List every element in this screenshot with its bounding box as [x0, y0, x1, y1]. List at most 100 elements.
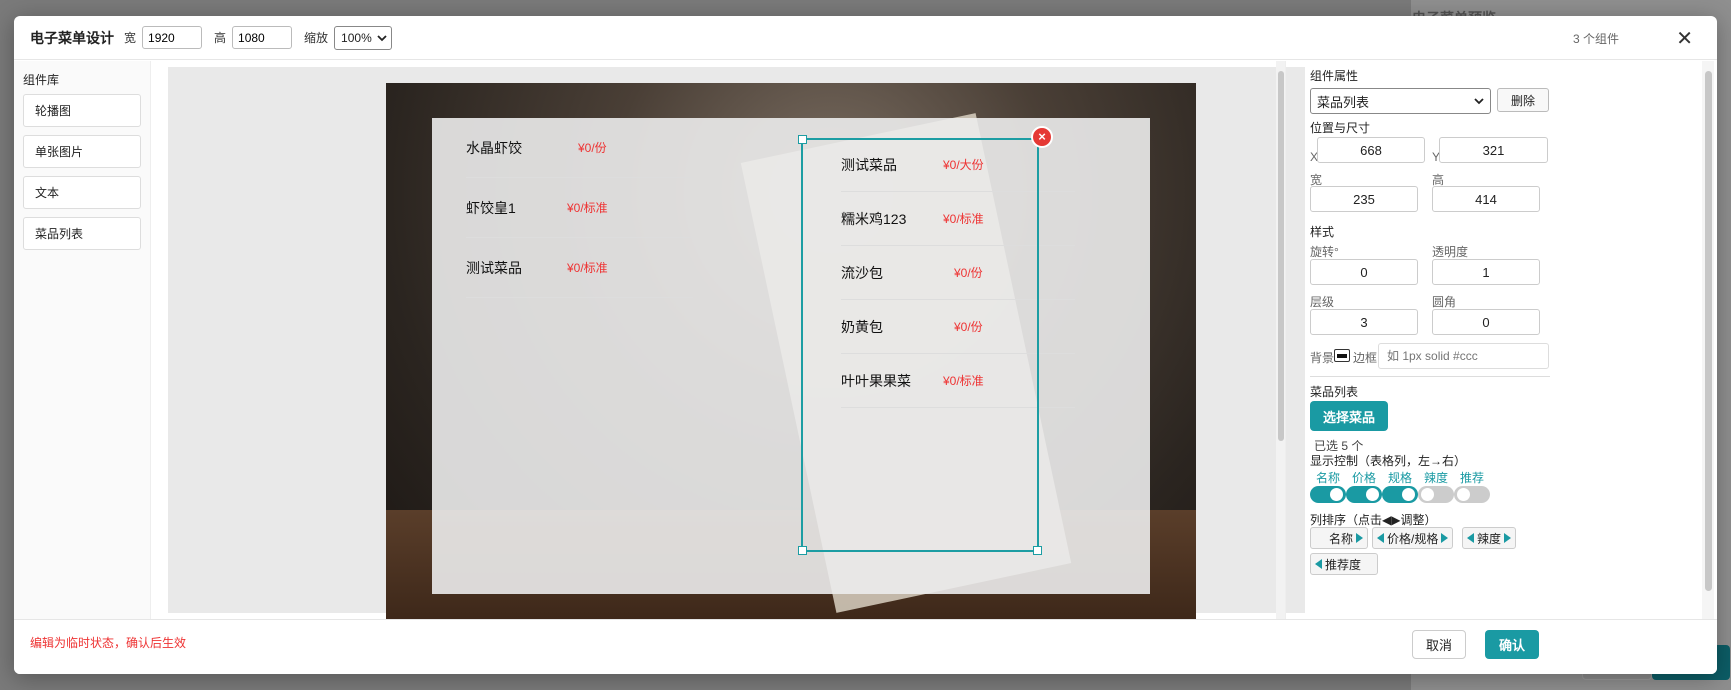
- y-input[interactable]: 321: [1439, 137, 1548, 163]
- list-item: 水晶虾饺 ¥0/份: [466, 118, 693, 178]
- order-chip-recommend[interactable]: 推荐度: [1310, 553, 1379, 575]
- background-label: 背景: [1310, 351, 1335, 365]
- resize-handle-top-left[interactable]: [798, 135, 807, 144]
- toggle-spicy[interactable]: [1418, 486, 1454, 503]
- library-item-dish-list[interactable]: 菜品列表: [23, 217, 141, 250]
- toggle-spec-label: 规格: [1388, 471, 1413, 485]
- pos-size-title: 位置与尺寸: [1310, 121, 1371, 135]
- move-right-icon[interactable]: [1441, 533, 1449, 543]
- toggle-recommend-label: 推荐: [1460, 471, 1485, 485]
- width-label: 宽: [124, 31, 137, 45]
- dish-name: 测试菜品: [466, 259, 522, 276]
- component-count: 3 个组件: [1572, 32, 1619, 46]
- toggle-recommend[interactable]: [1454, 486, 1490, 503]
- move-left-icon[interactable]: [1377, 533, 1384, 543]
- properties-scrollbar-thumb[interactable]: [1705, 71, 1712, 591]
- library-item-text[interactable]: 文本: [23, 176, 141, 209]
- props-title: 组件属性: [1310, 69, 1359, 83]
- dialog-footer: 编辑为临时状态，确认后生效 取消 确认: [14, 619, 1717, 674]
- confirm-button[interactable]: 确认: [1485, 630, 1539, 659]
- dish-name: 虾饺皇1: [466, 199, 516, 216]
- resize-handle-bottom-right[interactable]: [1033, 546, 1042, 555]
- layer-input[interactable]: 3: [1310, 309, 1418, 335]
- menu-canvas[interactable]: 水晶虾饺 ¥0/份 虾饺皇1 ¥0/标准 测试菜品 ¥0/标准 测试菜品 ¥0/…: [386, 83, 1196, 630]
- component-select-value: 菜品列表: [1317, 94, 1370, 110]
- radius-input[interactable]: 0: [1432, 309, 1540, 335]
- dish-list-title: 菜品列表: [1310, 385, 1359, 399]
- toggle-price-label: 价格: [1352, 471, 1377, 485]
- height-label: 高: [214, 31, 227, 45]
- zoom-select[interactable]: 100%: [334, 25, 393, 50]
- canvas-width-input[interactable]: [142, 26, 203, 49]
- library-title: 组件库: [23, 73, 60, 87]
- order-chip-label: 名称: [1329, 531, 1354, 546]
- toggle-spicy-label: 辣度: [1424, 471, 1449, 485]
- order-chip-price[interactable]: 价格/规格: [1372, 527, 1454, 549]
- order-chip-label: 价格/规格: [1387, 531, 1439, 546]
- order-chip-spicy[interactable]: 辣度: [1462, 527, 1517, 549]
- move-left-icon[interactable]: [1467, 533, 1474, 543]
- radius-label: 圆角: [1432, 295, 1457, 309]
- divider: [1310, 376, 1550, 377]
- selection-box[interactable]: ×: [798, 126, 1053, 555]
- opacity-input[interactable]: 1: [1432, 259, 1540, 285]
- resize-handle-bottom-left[interactable]: [798, 546, 807, 555]
- dish-list-a[interactable]: 水晶虾饺 ¥0/份 虾饺皇1 ¥0/标准 测试菜品 ¥0/标准: [466, 118, 693, 298]
- toggle-knob: [1457, 488, 1470, 501]
- x-input[interactable]: 668: [1317, 137, 1425, 163]
- order-chip-label: 辣度: [1477, 531, 1502, 546]
- toggle-name-label: 名称: [1316, 471, 1341, 485]
- order-chip-name[interactable]: 名称: [1310, 527, 1369, 549]
- toggle-name[interactable]: [1310, 486, 1346, 503]
- dish-price: ¥0/标准: [567, 261, 608, 275]
- component-library: 组件库 轮播图 单张图片 文本 菜品列表: [14, 61, 151, 619]
- column-order-title: 列排序（点击◀▶调整）: [1310, 513, 1437, 527]
- properties-scrollbar[interactable]: [1702, 61, 1714, 619]
- dish-name: 水晶虾饺: [466, 139, 522, 156]
- height-input[interactable]: 414: [1432, 186, 1540, 212]
- zoom-label: 缩放: [304, 31, 329, 45]
- dialog-title: 电子菜单设计: [30, 29, 114, 46]
- toggle-spec[interactable]: [1382, 486, 1418, 503]
- component-select[interactable]: 菜品列表: [1310, 88, 1491, 114]
- move-left-icon[interactable]: [1315, 559, 1322, 569]
- temporary-state-hint: 编辑为临时状态，确认后生效: [30, 636, 187, 650]
- toggle-knob: [1330, 488, 1343, 501]
- menu-design-dialog: 电子菜单设计 宽 高 缩放 100% 3 个组件 ✕ 组件库 轮播图 单张图片 …: [14, 16, 1717, 674]
- move-right-icon[interactable]: [1356, 533, 1364, 543]
- cancel-button[interactable]: 取消: [1412, 630, 1466, 659]
- border-label: 边框: [1353, 351, 1378, 365]
- toggle-knob: [1421, 488, 1434, 501]
- properties-panel: 组件属性 菜品列表 删除 位置与尺寸 X 668 Y 321 宽 高 235 4…: [1285, 61, 1717, 619]
- dialog-toolbar: 电子菜单设计 宽 高 缩放 100% 3 个组件 ✕: [14, 16, 1717, 60]
- list-item: 测试菜品 ¥0/标准: [466, 238, 693, 298]
- dish-price: ¥0/份: [578, 141, 607, 155]
- choose-dishes-button[interactable]: 选择菜品: [1310, 401, 1388, 431]
- rotate-input[interactable]: 0: [1310, 259, 1418, 285]
- toggle-price[interactable]: [1346, 486, 1382, 503]
- list-item: 虾饺皇1 ¥0/标准: [466, 178, 693, 238]
- carousel-component[interactable]: 水晶虾饺 ¥0/份 虾饺皇1 ¥0/标准 测试菜品 ¥0/标准 测试菜品 ¥0/…: [432, 118, 1150, 594]
- chevron-down-icon: [377, 34, 387, 41]
- stage-scrollbar-thumb[interactable]: [1278, 71, 1284, 441]
- library-item-carousel[interactable]: 轮播图: [23, 94, 141, 127]
- canvas-height-input[interactable]: [232, 26, 293, 49]
- width-input[interactable]: 235: [1310, 186, 1418, 212]
- chevron-down-icon: [1474, 98, 1484, 105]
- dish-price: ¥0/标准: [567, 201, 608, 215]
- design-stage: 水晶虾饺 ¥0/份 虾饺皇1 ¥0/标准 测试菜品 ¥0/标准 测试菜品 ¥0/…: [168, 67, 1305, 630]
- display-control-title: 显示控制（表格列，左→右）: [1310, 454, 1467, 468]
- border-input[interactable]: [1378, 343, 1549, 369]
- layer-label: 层级: [1310, 295, 1335, 309]
- delete-component-icon[interactable]: ×: [1031, 126, 1053, 148]
- zoom-value: 100%: [341, 30, 372, 45]
- move-right-icon[interactable]: [1504, 533, 1512, 543]
- color-picker-icon[interactable]: [1334, 349, 1350, 362]
- library-item-image[interactable]: 单张图片: [23, 135, 141, 168]
- toggle-knob: [1402, 488, 1415, 501]
- toggle-knob: [1366, 488, 1379, 501]
- delete-button[interactable]: 删除: [1497, 88, 1549, 112]
- color-swatch: [1337, 353, 1347, 358]
- close-icon[interactable]: ✕: [1676, 26, 1693, 51]
- style-title: 样式: [1310, 225, 1335, 239]
